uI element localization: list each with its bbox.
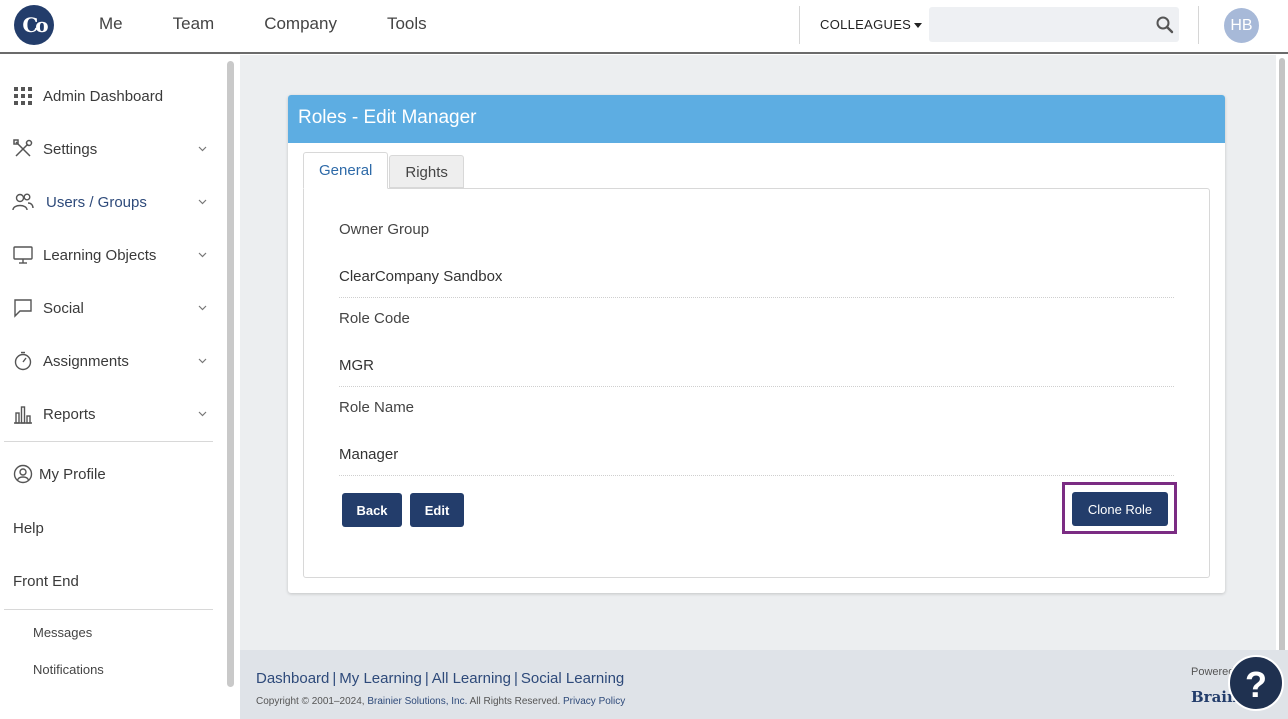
owner-group-label: Owner Group xyxy=(339,221,430,238)
users-icon xyxy=(12,191,34,213)
sidebar-item-users-groups[interactable]: Users / Groups xyxy=(12,187,207,217)
sidebar-item-admin-dashboard[interactable]: Admin Dashboard xyxy=(12,81,207,111)
sidebar-item-assignments[interactable]: Assignments xyxy=(12,346,207,376)
bar-chart-icon xyxy=(12,403,34,425)
footer-link-social-learning[interactable]: Social Learning xyxy=(521,670,624,687)
copyright-prefix: Copyright © 2001–2024, xyxy=(256,696,368,707)
tab-rights[interactable]: Rights xyxy=(389,155,464,188)
privacy-policy-link[interactable]: Privacy Policy xyxy=(563,696,625,707)
stopwatch-icon xyxy=(12,350,34,372)
link-separator: | xyxy=(513,670,518,687)
back-button[interactable]: Back xyxy=(342,493,402,527)
sidebar-item-label: Reports xyxy=(43,405,96,423)
sidebar-item-label: Admin Dashboard xyxy=(43,87,164,105)
tools-icon xyxy=(12,138,34,160)
chevron-down-icon xyxy=(198,146,207,152)
page-title: Roles - Edit Manager xyxy=(298,107,477,128)
colleagues-label: COLLEAGUES xyxy=(820,17,912,32)
main-content: Roles - Edit Manager General Rights Owne… xyxy=(240,55,1276,650)
sidebar-item-messages[interactable]: Messages xyxy=(33,625,92,640)
sidebar-divider xyxy=(4,441,213,442)
help-button[interactable]: ? xyxy=(1228,655,1284,711)
sidebar-item-my-profile[interactable]: My Profile xyxy=(12,459,207,489)
card-header: Roles - Edit Manager xyxy=(288,95,1225,143)
grid-icon xyxy=(12,85,34,107)
sidebar-item-label: Learning Objects xyxy=(43,246,157,264)
role-code-value: MGR xyxy=(339,357,374,374)
nav-team[interactable]: Team xyxy=(173,14,215,34)
copyright: Copyright © 2001–2024, Brainier Solution… xyxy=(256,696,625,707)
search-box[interactable] xyxy=(929,7,1179,42)
chevron-down-icon xyxy=(198,305,207,311)
footer-link-my-learning[interactable]: My Learning xyxy=(339,670,422,687)
field-divider xyxy=(339,386,1174,387)
chevron-down-icon xyxy=(198,411,207,417)
search-icon[interactable] xyxy=(1155,15,1175,35)
search-input[interactable] xyxy=(929,7,1149,42)
role-name-value: Manager xyxy=(339,446,399,463)
sidebar: Admin Dashboard Settings Users / Groups xyxy=(0,55,240,719)
owner-group-value: ClearCompany Sandbox xyxy=(339,268,503,285)
nav-tools[interactable]: Tools xyxy=(387,14,427,34)
caret-down-icon xyxy=(914,23,923,29)
link-separator: | xyxy=(424,670,429,687)
nav-me[interactable]: Me xyxy=(99,14,123,34)
sidebar-item-front-end[interactable]: Front End xyxy=(13,573,79,590)
sidebar-item-label: Assignments xyxy=(43,352,129,370)
footer-links: Dashboard | My Learning | All Learning | Socia… xyxy=(256,670,624,687)
sidebar-item-help[interactable]: Help xyxy=(13,520,44,537)
rights-text: All Rights Reserved. xyxy=(467,696,564,707)
logo[interactable]: Co xyxy=(14,5,54,45)
sidebar-item-social[interactable]: Social xyxy=(12,293,207,323)
footer-link-dashboard[interactable]: Dashboard xyxy=(256,670,329,687)
chevron-down-icon xyxy=(198,358,207,364)
page-scrollbar[interactable] xyxy=(1279,58,1285,713)
avatar[interactable]: HB xyxy=(1224,8,1259,43)
role-name-label: Role Name xyxy=(339,399,415,416)
chat-bubble-icon xyxy=(12,297,34,319)
role-card: Roles - Edit Manager General Rights Owne… xyxy=(288,95,1225,593)
sidebar-item-reports[interactable]: Reports xyxy=(12,399,207,429)
link-separator: | xyxy=(332,670,337,687)
tab-panel-general: Owner Group ClearCompany Sandbox Role Co… xyxy=(303,188,1210,578)
nav-company[interactable]: Company xyxy=(264,14,337,34)
tab-bar: General Rights xyxy=(303,152,464,189)
company-link[interactable]: Brainier Solutions, Inc. xyxy=(367,696,467,707)
sidebar-scrollbar[interactable] xyxy=(227,61,234,687)
edit-button[interactable]: Edit xyxy=(410,493,464,527)
sidebar-item-settings[interactable]: Settings xyxy=(12,134,207,164)
sidebar-item-label: My Profile xyxy=(39,465,106,483)
tab-general[interactable]: General xyxy=(303,152,389,189)
field-divider xyxy=(339,475,1174,476)
sidebar-item-notifications[interactable]: Notifications xyxy=(33,662,104,677)
sidebar-divider xyxy=(4,609,213,610)
colleagues-dropdown[interactable]: COLLEAGUES xyxy=(820,17,923,32)
divider xyxy=(1198,6,1199,44)
sidebar-item-label: Social xyxy=(43,299,84,317)
top-nav: Me Team Company Tools xyxy=(99,14,477,34)
footer: Dashboard | My Learning | All Learning | Socia… xyxy=(240,650,1288,719)
field-divider xyxy=(339,297,1174,298)
chevron-down-icon xyxy=(198,199,207,205)
divider xyxy=(799,6,800,44)
footer-link-all-learning[interactable]: All Learning xyxy=(432,670,511,687)
chevron-down-icon xyxy=(198,252,207,258)
sidebar-item-label: Users / Groups xyxy=(46,193,147,211)
clone-role-button[interactable]: Clone Role xyxy=(1072,492,1168,526)
sidebar-item-label: Settings xyxy=(43,140,98,158)
top-bar: Co Me Team Company Tools COLLEAGUES HB xyxy=(0,0,1288,54)
role-code-label: Role Code xyxy=(339,310,410,327)
monitor-icon xyxy=(12,244,34,266)
user-circle-icon xyxy=(12,463,34,485)
sidebar-item-learning-objects[interactable]: Learning Objects xyxy=(12,240,207,270)
